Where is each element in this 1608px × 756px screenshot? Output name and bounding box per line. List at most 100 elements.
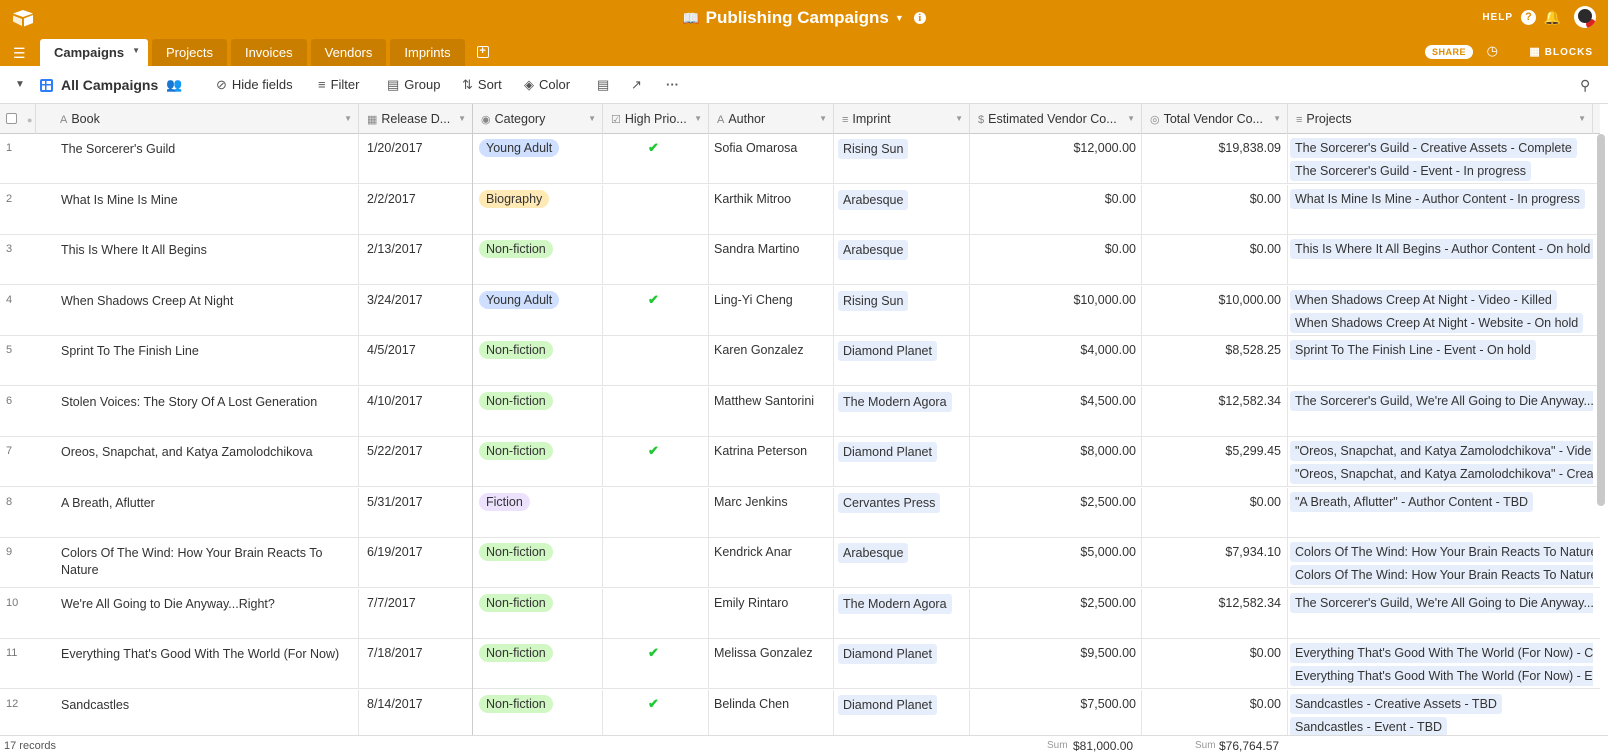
sum-total-vendor-cost[interactable]: $76,764.57 xyxy=(1219,739,1279,753)
cell-total-vendor-cost[interactable]: $10,000.00 xyxy=(1147,293,1281,307)
tab-projects[interactable]: Projects xyxy=(152,39,227,66)
cell-projects[interactable]: "A Breath, Aflutter" - Author Content - … xyxy=(1290,491,1593,515)
cell-total-vendor-cost[interactable]: $0.00 xyxy=(1147,495,1281,509)
cell-release-date[interactable]: 1/20/2017 xyxy=(367,141,467,155)
cell-book[interactable]: Oreos, Snapchat, and Katya Zamolodchikov… xyxy=(61,444,351,480)
linked-record-chip[interactable]: When Shadows Creep At Night - Website - … xyxy=(1290,312,1584,333)
chevron-down-icon[interactable]: ▼ xyxy=(694,104,702,134)
cell-category[interactable]: Non-fiction xyxy=(479,240,599,258)
cell-book[interactable]: Colors Of The Wind: How Your Brain React… xyxy=(61,545,351,581)
cell-category[interactable]: Non-fiction xyxy=(479,391,599,410)
cell-release-date[interactable]: 5/22/2017 xyxy=(367,444,467,458)
help-link[interactable]: HELP xyxy=(1482,12,1513,23)
cell-imprint[interactable]: Arabesque xyxy=(838,543,966,563)
cell-estimated-vendor-cost[interactable]: $10,000.00 xyxy=(975,293,1136,307)
linked-record-chip[interactable]: Cervantes Press xyxy=(838,492,941,513)
column-header-imprint[interactable]: ≡ Imprint ▼ xyxy=(834,104,970,134)
chevron-down-icon[interactable]: ▼ xyxy=(819,104,827,134)
cell-estimated-vendor-cost[interactable]: $0.00 xyxy=(975,242,1136,256)
history-icon[interactable]: ◷ xyxy=(1487,43,1498,59)
linked-record-chip[interactable]: Arabesque xyxy=(838,189,909,210)
cell-estimated-vendor-cost[interactable]: $2,500.00 xyxy=(975,495,1136,509)
cell-projects[interactable]: Everything That's Good With The World (F… xyxy=(1290,643,1593,689)
linked-record-chip[interactable]: What Is Mine Is Mine - Author Content - … xyxy=(1290,188,1585,209)
cell-release-date[interactable]: 7/18/2017 xyxy=(367,646,467,660)
view-switcher[interactable]: All Campaigns xyxy=(40,66,158,104)
linked-record-chip[interactable]: The Sorcerer's Guild - Creative Assets -… xyxy=(1290,138,1577,158)
hide-fields-button[interactable]: ⊘ Hide fields xyxy=(216,66,293,104)
cell-author[interactable]: Kendrick Anar xyxy=(714,545,832,559)
cell-high-priority[interactable]: ✔ xyxy=(648,292,668,308)
cell-release-date[interactable]: 4/10/2017 xyxy=(367,394,467,408)
table-row[interactable]: 1 The Sorcerer's Guild 1/20/2017 Young Adul… xyxy=(0,134,1600,184)
linked-record-chip[interactable]: Diamond Planet xyxy=(838,442,937,462)
linked-record-chip[interactable]: The Modern Agora xyxy=(838,391,952,412)
cell-author[interactable]: Karthik Mitroo xyxy=(714,192,832,206)
linked-record-chip[interactable]: "Oreos, Snapchat, and Katya Zamolodchiko… xyxy=(1290,464,1593,484)
chevron-down-icon[interactable]: ▼ xyxy=(1578,104,1586,134)
cell-author[interactable]: Matthew Santorini xyxy=(714,394,832,408)
cell-author[interactable]: Katrina Peterson xyxy=(714,444,832,458)
cell-total-vendor-cost[interactable]: $0.00 xyxy=(1147,242,1281,256)
cell-total-vendor-cost[interactable]: $7,934.10 xyxy=(1147,545,1281,559)
cell-book[interactable]: Sandcastles xyxy=(61,697,351,733)
cell-total-vendor-cost[interactable]: $0.00 xyxy=(1147,697,1281,711)
cell-book[interactable]: This Is Where It All Begins xyxy=(61,242,351,278)
linked-record-chip[interactable]: The Sorcerer's Guild, We're All Going to… xyxy=(1290,390,1593,411)
cell-category[interactable]: Fiction xyxy=(479,492,599,511)
collaborators-icon[interactable]: 👥 xyxy=(166,66,182,104)
cell-author[interactable]: Emily Rintaro xyxy=(714,596,832,610)
table-row[interactable]: 12 Sandcastles 8/14/2017 Non-fiction ✔ Belind… xyxy=(0,689,1600,740)
cell-estimated-vendor-cost[interactable]: $9,500.00 xyxy=(975,646,1136,660)
linked-record-chip[interactable]: Arabesque xyxy=(838,543,909,563)
cell-category[interactable]: Non-fiction xyxy=(479,341,599,359)
cell-estimated-vendor-cost[interactable]: $8,000.00 xyxy=(975,444,1136,458)
cell-category[interactable]: Non-fiction xyxy=(479,694,599,713)
cell-category[interactable]: Non-fiction xyxy=(479,543,599,561)
cell-total-vendor-cost[interactable]: $5,299.45 xyxy=(1147,444,1281,458)
linked-record-chip[interactable]: Colors Of The Wind: How Your Brain React… xyxy=(1290,565,1593,585)
cell-author[interactable]: Belinda Chen xyxy=(714,697,832,711)
cell-estimated-vendor-cost[interactable]: $12,000.00 xyxy=(975,141,1136,155)
vertical-scrollbar[interactable] xyxy=(1597,134,1605,506)
linked-record-chip[interactable]: Diamond Planet xyxy=(838,694,937,715)
color-button[interactable]: ◈ Color xyxy=(524,66,570,104)
cell-estimated-vendor-cost[interactable]: $2,500.00 xyxy=(975,596,1136,610)
cell-estimated-vendor-cost[interactable]: $4,000.00 xyxy=(975,343,1136,357)
cell-category[interactable]: Non-fiction xyxy=(479,442,599,460)
column-header-book[interactable]: A Book ▼ xyxy=(52,104,359,134)
sum-estimated-vendor-cost[interactable]: $81,000.00 xyxy=(1073,739,1133,753)
linked-record-chip[interactable]: Diamond Planet xyxy=(838,341,937,361)
tab-invoices[interactable]: Invoices xyxy=(230,39,307,66)
chevron-down-icon[interactable]: ▼ xyxy=(1273,104,1281,134)
linked-record-chip[interactable]: Sandcastles - Creative Assets - TBD xyxy=(1290,693,1502,714)
column-header-high-priority[interactable]: ☑ High Prio... ▼ xyxy=(603,104,709,134)
cell-projects[interactable]: Sandcastles - Creative Assets - TBD Sandc… xyxy=(1290,693,1593,740)
cell-book[interactable]: The Sorcerer's Guild xyxy=(61,141,351,177)
linked-record-chip[interactable]: Rising Sun xyxy=(838,139,909,159)
cell-total-vendor-cost[interactable]: $0.00 xyxy=(1147,646,1281,660)
table-row[interactable]: 11 Everything That's Good With The World … xyxy=(0,639,1600,689)
base-title[interactable]: Publishing Campaigns xyxy=(706,8,889,27)
column-header-category[interactable]: ◉ Category ▼ xyxy=(473,104,603,134)
cell-estimated-vendor-cost[interactable]: $5,000.00 xyxy=(975,545,1136,559)
cell-author[interactable]: Melissa Gonzalez xyxy=(714,646,832,660)
cell-release-date[interactable]: 4/5/2017 xyxy=(367,343,467,357)
row-height-icon[interactable]: ▤ xyxy=(597,66,609,104)
cell-imprint[interactable]: Diamond Planet xyxy=(838,644,966,664)
column-header-author[interactable]: A Author ▼ xyxy=(709,104,834,134)
search-icon[interactable]: ⚲ xyxy=(1580,66,1590,104)
linked-record-chip[interactable]: Diamond Planet xyxy=(838,644,937,664)
table-row[interactable]: 8 A Breath, Aflutter 5/31/2017 Fiction Marc … xyxy=(0,487,1600,538)
cell-high-priority[interactable]: ✔ xyxy=(648,140,668,156)
chevron-down-icon[interactable]: ▼ xyxy=(132,46,140,55)
cell-imprint[interactable]: Cervantes Press xyxy=(838,492,966,513)
cell-author[interactable]: Sandra Martino xyxy=(714,242,832,256)
linked-record-chip[interactable]: Everything That's Good With The World (F… xyxy=(1290,643,1593,663)
table-row[interactable]: 4 When Shadows Creep At Night 3/24/2017 You… xyxy=(0,285,1600,336)
cell-category[interactable]: Non-fiction xyxy=(479,593,599,612)
cell-projects[interactable]: This Is Where It All Begins - Author Con… xyxy=(1290,239,1593,262)
cell-book[interactable]: Sprint To The Finish Line xyxy=(61,343,351,379)
linked-record-chip[interactable]: "Oreos, Snapchat, and Katya Zamolodchiko… xyxy=(1290,441,1593,461)
cell-imprint[interactable]: Diamond Planet xyxy=(838,694,966,715)
